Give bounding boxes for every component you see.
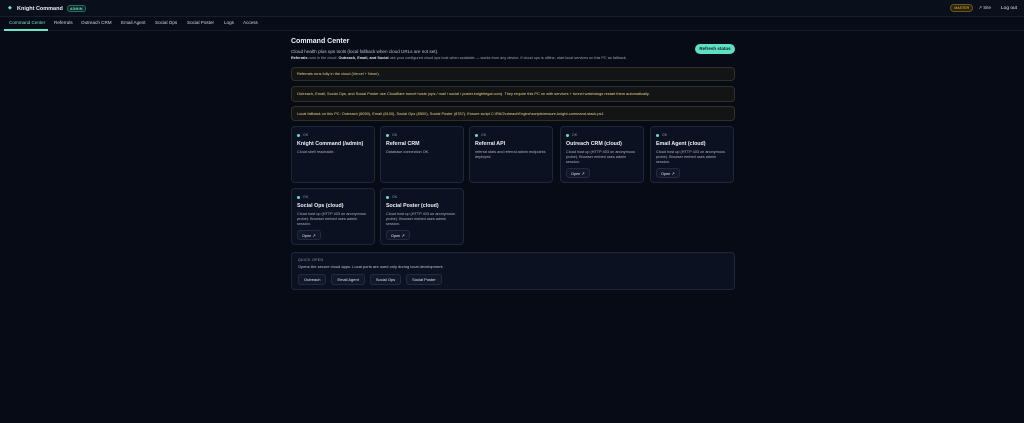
active-tab-indicator xyxy=(4,29,48,31)
status-label: OK xyxy=(481,133,487,137)
note-text-1: runs in the cloud. xyxy=(307,56,339,60)
card-title: Referral CRM xyxy=(386,141,420,147)
admin-badge: ADMIN xyxy=(66,5,86,12)
status-dot-icon xyxy=(566,133,569,137)
card-title: Email Agent (cloud) xyxy=(656,141,706,147)
status-dot-icon xyxy=(297,195,300,199)
status-card-knight-command: OK Knight Command (/admin) Cloud shell r… xyxy=(291,126,375,183)
banner-local-fallback: Local fallback on this PC: Outreach (805… xyxy=(291,106,735,121)
quick-open-social-poster-button[interactable]: Social Poster xyxy=(406,274,442,285)
status-card-email-agent: OK Email Agent (cloud) Cloud host up (HT… xyxy=(650,126,734,183)
status-card-referral-crm: OK Referral CRM Database connection OK. xyxy=(380,126,464,183)
card-title: Referral API xyxy=(475,141,506,147)
tab-logs[interactable]: Logs xyxy=(224,20,234,25)
site-link[interactable]: ↗ Site xyxy=(978,5,991,11)
tab-bar: Command Center Referrals Outreach CRM Em… xyxy=(0,17,1024,31)
status-label: OK xyxy=(392,133,398,137)
status-card-referral-api: OK Referral API referral stats and refer… xyxy=(469,126,553,183)
card-title: Social Poster (cloud) xyxy=(386,203,439,209)
tab-social-ops[interactable]: Social Ops xyxy=(155,20,177,25)
status-card-social-ops: OK Social Ops (cloud) Cloud host up (HTT… xyxy=(291,188,375,245)
tab-social-poster[interactable]: Social Poster xyxy=(187,20,214,25)
status-dot-icon xyxy=(297,133,300,137)
card-description: referral stats and referral admin endpoi… xyxy=(475,150,546,159)
card-description: Cloud host up (HTTP 403 on anonymous pro… xyxy=(297,212,366,226)
note-text-2: use your configured cloud ops host when … xyxy=(388,56,627,60)
quick-open-label: QUICK OPEN xyxy=(298,258,324,262)
tab-access[interactable]: Access xyxy=(243,20,258,25)
card-description: Database connection OK. xyxy=(386,150,430,154)
status-label: OK xyxy=(303,133,309,137)
refresh-status-button[interactable]: Refresh status xyxy=(695,44,735,54)
card-title: Knight Command (/admin) xyxy=(297,141,364,147)
top-bar: ◆ Knight Command ADMIN MASTER ↗ Site Log… xyxy=(0,0,1024,17)
quick-open-outreach-button[interactable]: Outreach xyxy=(298,274,327,285)
open-social-poster-button[interactable]: Open ↗ xyxy=(386,230,410,240)
status-label: OK xyxy=(392,195,398,199)
note-bold-services: Outreach, Email, and Social xyxy=(338,56,389,60)
status-dot-icon xyxy=(386,133,389,137)
status-label: OK xyxy=(662,133,668,137)
role-chip: MASTER xyxy=(950,4,974,12)
card-description: Cloud shell reachable. xyxy=(297,150,335,154)
brand[interactable]: ◆ Knight Command ADMIN xyxy=(8,5,86,12)
open-outreach-button[interactable]: Open ↗ xyxy=(566,168,590,178)
quick-open-panel: QUICK OPEN Opens the secure cloud apps. … xyxy=(291,252,735,290)
banner-referrals-cloud: Referrals runs fully in the cloud (Verce… xyxy=(291,67,735,81)
status-card-social-poster: OK Social Poster (cloud) Cloud host up (… xyxy=(380,188,464,245)
status-dot-icon xyxy=(656,133,659,137)
open-email-agent-button[interactable]: Open ↗ xyxy=(656,168,680,178)
card-title: Outreach CRM (cloud) xyxy=(566,141,622,147)
card-title: Social Ops (cloud) xyxy=(297,203,344,209)
page-note: Referrals runs in the cloud. Outreach, E… xyxy=(291,56,627,60)
tab-referrals[interactable]: Referrals xyxy=(54,20,73,25)
top-right-actions: MASTER ↗ Site Log out xyxy=(950,4,1017,12)
quick-open-description: Opens the secure cloud apps. Local ports… xyxy=(298,264,444,269)
tab-outreach-crm[interactable]: Outreach CRM xyxy=(81,20,112,25)
status-dot-icon xyxy=(386,195,389,199)
card-description: Cloud host up (HTTP 403 on anonymous pro… xyxy=(566,150,635,164)
page-subtitle: Cloud health plus ops tools (local fallb… xyxy=(291,49,439,54)
tab-email-agent[interactable]: Email Agent xyxy=(121,20,146,25)
banner-tunnel-hosts: Outreach, Email, Social Ops, and Social … xyxy=(291,86,735,102)
quick-open-email-agent-button[interactable]: Email Agent xyxy=(331,274,365,285)
note-bold-referrals: Referrals xyxy=(291,56,308,60)
status-label: OK xyxy=(303,195,309,199)
open-social-ops-button[interactable]: Open ↗ xyxy=(297,230,321,240)
status-card-outreach-crm: OK Outreach CRM (cloud) Cloud host up (H… xyxy=(560,126,644,183)
shield-icon: ◆ xyxy=(8,5,12,11)
status-dot-icon xyxy=(475,133,478,137)
quick-open-social-ops-button[interactable]: Social Ops xyxy=(369,274,402,285)
brand-name: Knight Command xyxy=(17,5,63,12)
quick-open-buttons: Outreach Email Agent Social Ops Social P… xyxy=(298,274,728,285)
card-description: Cloud host up (HTTP 403 on anonymous pro… xyxy=(656,150,725,164)
page-title: Command Center xyxy=(291,38,350,45)
logout-button[interactable]: Log out xyxy=(1001,6,1017,11)
tab-command-center[interactable]: Command Center xyxy=(9,20,45,25)
status-label: OK xyxy=(572,133,578,137)
card-description: Cloud host up (HTTP 403 on anonymous pro… xyxy=(386,212,455,226)
